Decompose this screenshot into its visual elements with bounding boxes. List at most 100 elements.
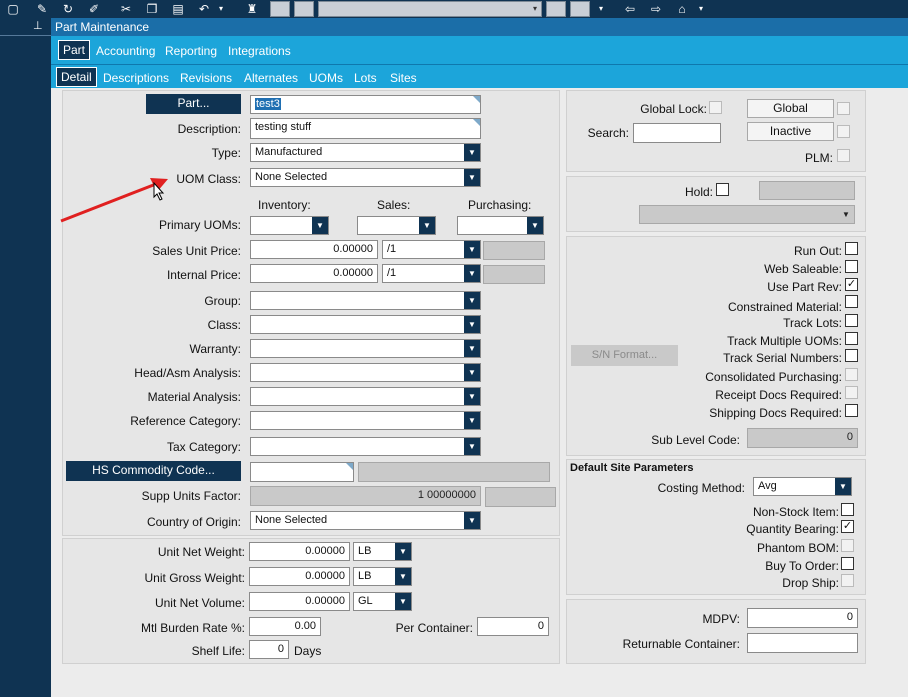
hs-commodity-code-field[interactable]	[250, 462, 354, 482]
inactive-button[interactable]: Inactive	[747, 122, 834, 141]
edit-icon[interactable]: ✎	[34, 0, 50, 18]
tab-accounting[interactable]: Accounting	[96, 42, 155, 60]
next-record-icon[interactable]	[546, 1, 566, 17]
reference-category-select[interactable]: ▼	[250, 411, 481, 430]
part-field[interactable]: test3	[250, 95, 481, 114]
clear-icon[interactable]: ✐	[86, 0, 102, 18]
forward-icon[interactable]: ⇨	[648, 0, 664, 18]
copy-icon[interactable]: ❐	[144, 0, 160, 18]
refresh-icon[interactable]: ↻	[60, 0, 76, 18]
global-lock-checkbox[interactable]	[709, 101, 722, 114]
inventory-uom-select[interactable]: ▼	[250, 216, 329, 235]
class-select[interactable]: ▼	[250, 315, 481, 334]
web-saleable-checkbox[interactable]	[845, 260, 858, 273]
sales-uom-select[interactable]: ▼	[357, 216, 436, 235]
country-of-origin-select[interactable]: None Selected ▼	[250, 511, 481, 530]
tab-revisions[interactable]: Revisions	[180, 69, 232, 87]
tab-alternates[interactable]: Alternates	[244, 69, 298, 87]
global-button[interactable]: Global	[747, 99, 834, 118]
type-select[interactable]: Manufactured ▼	[250, 143, 481, 162]
country-of-origin-value: None Selected	[255, 514, 328, 526]
unit-net-volume-uom-select[interactable]: GL ▼	[353, 592, 412, 611]
phantom-bom-checkbox[interactable]	[841, 539, 854, 552]
track-serial-numbers-checkbox[interactable]	[845, 349, 858, 362]
unit-net-weight-field[interactable]: 0.00000	[249, 542, 350, 561]
internal-price-per-select[interactable]: /1 ▼	[382, 264, 481, 283]
record-navigator-dropdown-icon[interactable]: ▾	[530, 0, 540, 18]
drop-ship-checkbox[interactable]	[841, 574, 854, 587]
non-stock-item-checkbox[interactable]	[841, 503, 854, 516]
warranty-select[interactable]: ▼	[250, 339, 481, 358]
sn-format-button[interactable]: S/N Format...	[571, 345, 678, 366]
costing-method-label: Costing Method:	[657, 481, 745, 495]
plm-checkbox[interactable]	[837, 149, 850, 162]
global-checkbox[interactable]	[837, 102, 850, 115]
tab-sites[interactable]: Sites	[390, 69, 417, 87]
record-navigator[interactable]	[318, 1, 542, 17]
mdpv-field[interactable]: 0	[747, 608, 858, 628]
cut-icon[interactable]: ✂	[118, 0, 134, 18]
unit-net-weight-uom-select[interactable]: LB ▼	[353, 542, 412, 561]
buy-to-order-checkbox[interactable]	[841, 557, 854, 570]
per-container-field[interactable]: 0	[477, 617, 549, 636]
tab-reporting[interactable]: Reporting	[165, 42, 217, 60]
mtl-burden-rate-label: Mtl Burden Rate %:	[140, 621, 245, 635]
use-part-rev-checkbox[interactable]: ✓	[845, 278, 858, 291]
chevron-down-icon: ▼	[464, 512, 480, 529]
inactive-checkbox[interactable]	[837, 125, 850, 138]
description-field[interactable]: testing stuff	[250, 118, 481, 139]
unit-gross-weight-label: Unit Gross Weight:	[144, 571, 245, 585]
tab-part[interactable]: Part	[58, 40, 91, 60]
tax-category-select[interactable]: ▼	[250, 437, 481, 456]
previous-record-icon[interactable]	[294, 1, 314, 17]
sales-unit-per-select[interactable]: /1 ▼	[382, 240, 481, 259]
constrained-material-checkbox[interactable]	[845, 295, 858, 308]
undo-dropdown-icon[interactable]: ▾	[216, 0, 226, 18]
navigator-options-icon[interactable]: ▾	[596, 0, 606, 18]
uom-class-select[interactable]: None Selected ▼	[250, 168, 481, 187]
paste-icon[interactable]: ▤	[170, 0, 186, 18]
unit-gross-weight-field[interactable]: 0.00000	[249, 567, 350, 586]
undo-icon[interactable]: ↶	[196, 0, 212, 18]
back-icon[interactable]: ⇦	[622, 0, 638, 18]
purchasing-uom-select[interactable]: ▼	[457, 216, 544, 235]
tab-uoms[interactable]: UOMs	[309, 69, 343, 87]
quantity-bearing-checkbox[interactable]: ✓	[841, 520, 854, 533]
last-record-icon[interactable]	[570, 1, 590, 17]
shelf-life-field[interactable]: 0	[249, 640, 289, 659]
sales-unit-price-field[interactable]: 0.00000	[250, 240, 378, 259]
consolidated-purchasing-label: Consolidated Purchasing:	[705, 370, 842, 384]
tab-detail[interactable]: Detail	[56, 67, 97, 87]
material-analysis-select[interactable]: ▼	[250, 387, 481, 406]
hs-commodity-code-button[interactable]: HS Commodity Code...	[66, 461, 241, 481]
unit-net-weight-label: Unit Net Weight:	[157, 545, 245, 559]
costing-method-select[interactable]: Avg ▼	[753, 477, 852, 496]
track-lots-checkbox[interactable]	[845, 314, 858, 327]
receipt-docs-required-checkbox[interactable]	[845, 386, 858, 399]
first-record-icon[interactable]	[270, 1, 290, 17]
unit-net-volume-field[interactable]: 0.00000	[249, 592, 350, 611]
hold-checkbox[interactable]	[716, 183, 729, 196]
pin-icon[interactable]: ⊥	[33, 19, 43, 32]
hold-reason-select[interactable]: ▼	[639, 205, 855, 224]
tab-descriptions[interactable]: Descriptions	[103, 69, 169, 87]
consolidated-purchasing-checkbox[interactable]	[845, 368, 858, 381]
run-out-checkbox[interactable]	[845, 242, 858, 255]
internal-price-field[interactable]: 0.00000	[250, 264, 378, 283]
home-icon[interactable]: ⌂	[674, 0, 690, 18]
search-input[interactable]	[633, 123, 721, 143]
track-multiple-uoms-checkbox[interactable]	[845, 332, 858, 345]
home-dropdown-icon[interactable]: ▾	[696, 0, 706, 18]
reference-category-label: Reference Category:	[130, 414, 241, 428]
returnable-container-field[interactable]	[747, 633, 858, 653]
new-icon[interactable]: ▢	[6, 0, 20, 18]
head-asm-analysis-select[interactable]: ▼	[250, 363, 481, 382]
unit-gross-weight-uom-select[interactable]: LB ▼	[353, 567, 412, 586]
part-button[interactable]: Part...	[146, 94, 241, 114]
tab-integrations[interactable]: Integrations	[228, 42, 291, 60]
shipping-docs-required-checkbox[interactable]	[845, 404, 858, 417]
tab-lots[interactable]: Lots	[354, 69, 377, 87]
mtl-burden-rate-field[interactable]: 0.00	[249, 617, 321, 636]
group-select[interactable]: ▼	[250, 291, 481, 310]
binoculars-icon[interactable]: ♜	[244, 0, 260, 18]
